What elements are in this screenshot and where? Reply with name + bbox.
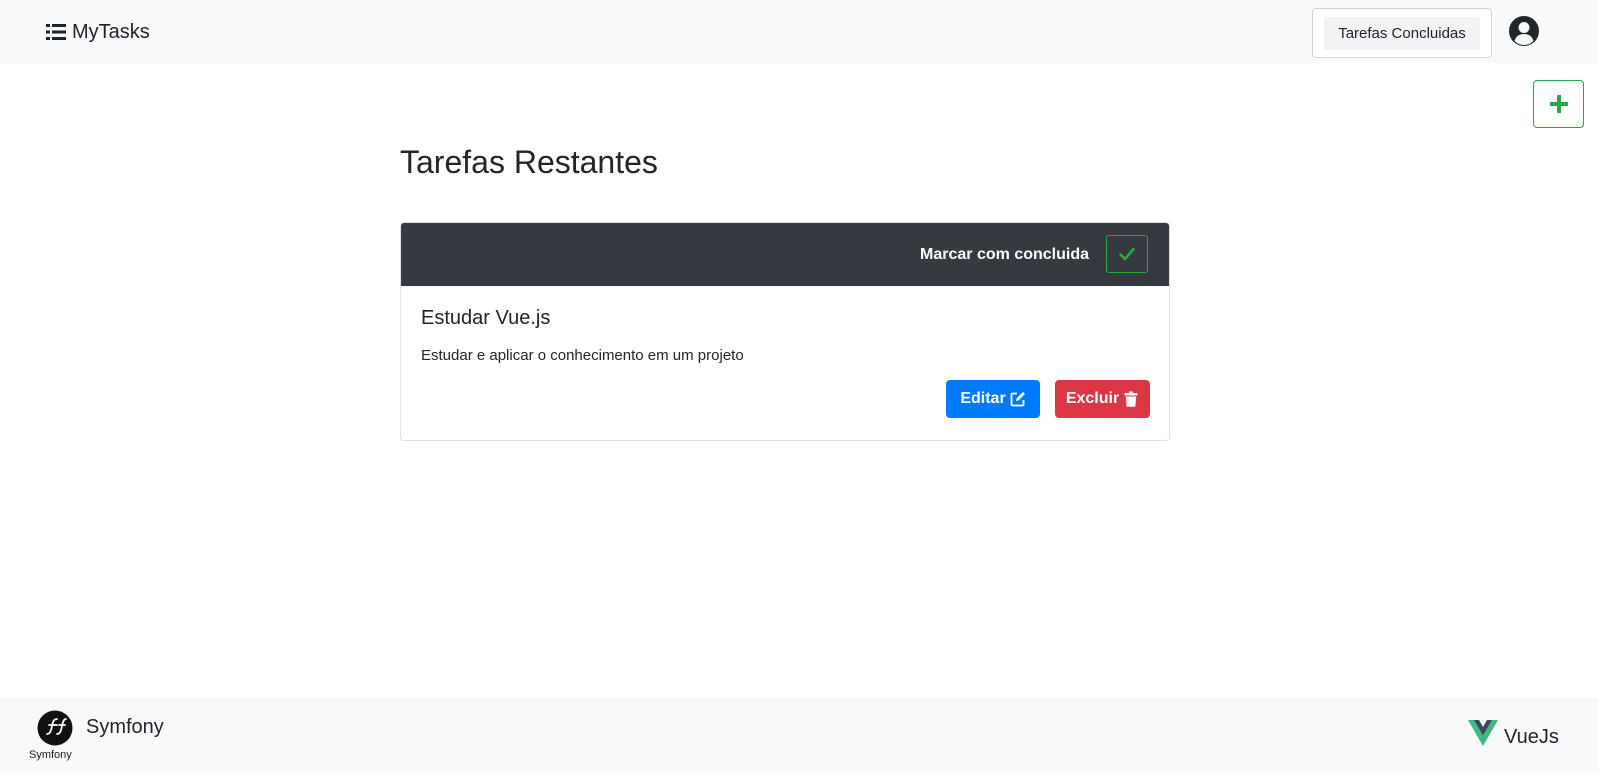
symfony-label: Symfony (86, 716, 164, 738)
mark-complete-button[interactable] (1106, 235, 1148, 273)
brand-label: MyTasks (72, 20, 150, 43)
mark-complete-label: Marcar com concluida (920, 246, 1089, 263)
symfony-logo-icon (37, 710, 73, 746)
add-task-button[interactable] (1533, 80, 1584, 128)
list-icon (46, 24, 66, 40)
navbar: MyTasks Tarefas Concluidas (0, 0, 1599, 63)
task-card: Marcar com concluida Estudar Vue.js Estu… (400, 222, 1170, 441)
plus-icon (1549, 95, 1568, 113)
trash-icon (1124, 391, 1138, 407)
vue-label: VueJs (1504, 726, 1559, 748)
brand-link[interactable]: MyTasks (46, 20, 150, 44)
footer: Symfony Symfony VueJs (0, 698, 1599, 773)
vue-logo-icon (1468, 720, 1498, 746)
edit-icon (1010, 392, 1025, 407)
completed-tasks-label: Tarefas Concluidas (1324, 16, 1480, 50)
edit-button-label: Editar (960, 390, 1006, 407)
delete-button-label: Excluir (1065, 390, 1120, 407)
page-title: Tarefas Restantes (400, 144, 658, 180)
task-card-body: Estudar Vue.js Estudar e aplicar o conhe… (401, 286, 1169, 440)
task-card-header: Marcar com concluida (401, 223, 1169, 286)
user-circle-icon[interactable] (1508, 15, 1540, 47)
task-description: Estudar e aplicar o conhecimento em um p… (421, 347, 744, 364)
task-title: Estudar Vue.js (421, 307, 551, 329)
completed-tasks-link[interactable]: Tarefas Concluidas (1312, 8, 1492, 58)
delete-button[interactable]: Excluir (1055, 380, 1150, 418)
symfony-logo-caption: Symfony (29, 749, 72, 761)
check-icon (1119, 247, 1135, 261)
edit-button[interactable]: Editar (946, 380, 1040, 418)
